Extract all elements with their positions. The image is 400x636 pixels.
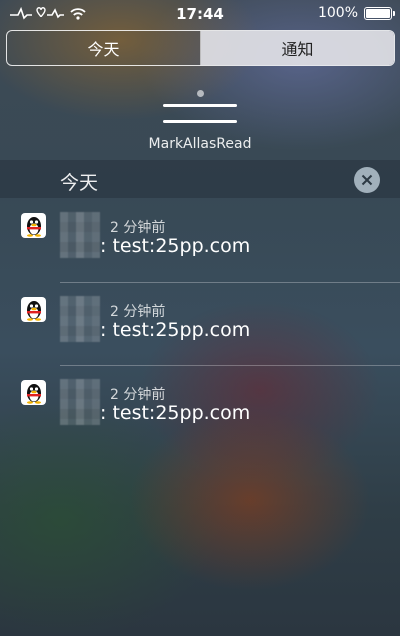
tab-notifications[interactable]: 通知 bbox=[201, 31, 394, 65]
qq-penguin-icon bbox=[21, 380, 46, 405]
qq-penguin-icon bbox=[21, 213, 46, 238]
notification-time: 2 分钟前 bbox=[110, 304, 166, 320]
close-icon bbox=[361, 171, 373, 190]
handle-bar-top bbox=[163, 104, 237, 107]
handle-bar-bottom bbox=[163, 120, 237, 123]
notification-time: 2 分钟前 bbox=[110, 220, 166, 236]
notification-body: : test:25pp.com bbox=[100, 319, 251, 341]
notification-body: : test:25pp.com bbox=[100, 235, 251, 257]
section-title: 今天 bbox=[60, 172, 99, 194]
mark-all-read-label: MarkAllasRead bbox=[148, 136, 252, 152]
status-bar: 17:44 100% bbox=[0, 0, 400, 26]
tab-today[interactable]: 今天 bbox=[7, 31, 201, 65]
status-right: 100% bbox=[317, 5, 395, 21]
sender-avatar bbox=[60, 296, 100, 342]
battery-percent: 100% bbox=[317, 5, 358, 21]
battery-icon bbox=[364, 6, 395, 20]
section-header-today: 今天 bbox=[0, 160, 400, 198]
divider bbox=[60, 365, 400, 366]
handle-dot bbox=[197, 90, 204, 97]
sender-avatar bbox=[60, 379, 100, 425]
divider bbox=[60, 282, 400, 283]
sender-avatar bbox=[60, 212, 100, 258]
notification-body: : test:25pp.com bbox=[100, 402, 251, 424]
mark-all-read-handle[interactable]: MarkAllasRead bbox=[0, 82, 400, 158]
notification-item[interactable]: 2 分钟前 : test:25pp.com bbox=[0, 367, 400, 447]
notification-time: 2 分钟前 bbox=[110, 387, 166, 403]
notification-item[interactable]: 2 分钟前 : test:25pp.com bbox=[0, 284, 400, 364]
clear-section-button[interactable] bbox=[354, 167, 380, 193]
qq-penguin-icon bbox=[21, 297, 46, 322]
segmented-control: 今天 通知 bbox=[6, 30, 395, 66]
battery-fill bbox=[366, 8, 390, 18]
notification-item[interactable]: 2 分钟前 : test:25pp.com bbox=[0, 200, 400, 280]
